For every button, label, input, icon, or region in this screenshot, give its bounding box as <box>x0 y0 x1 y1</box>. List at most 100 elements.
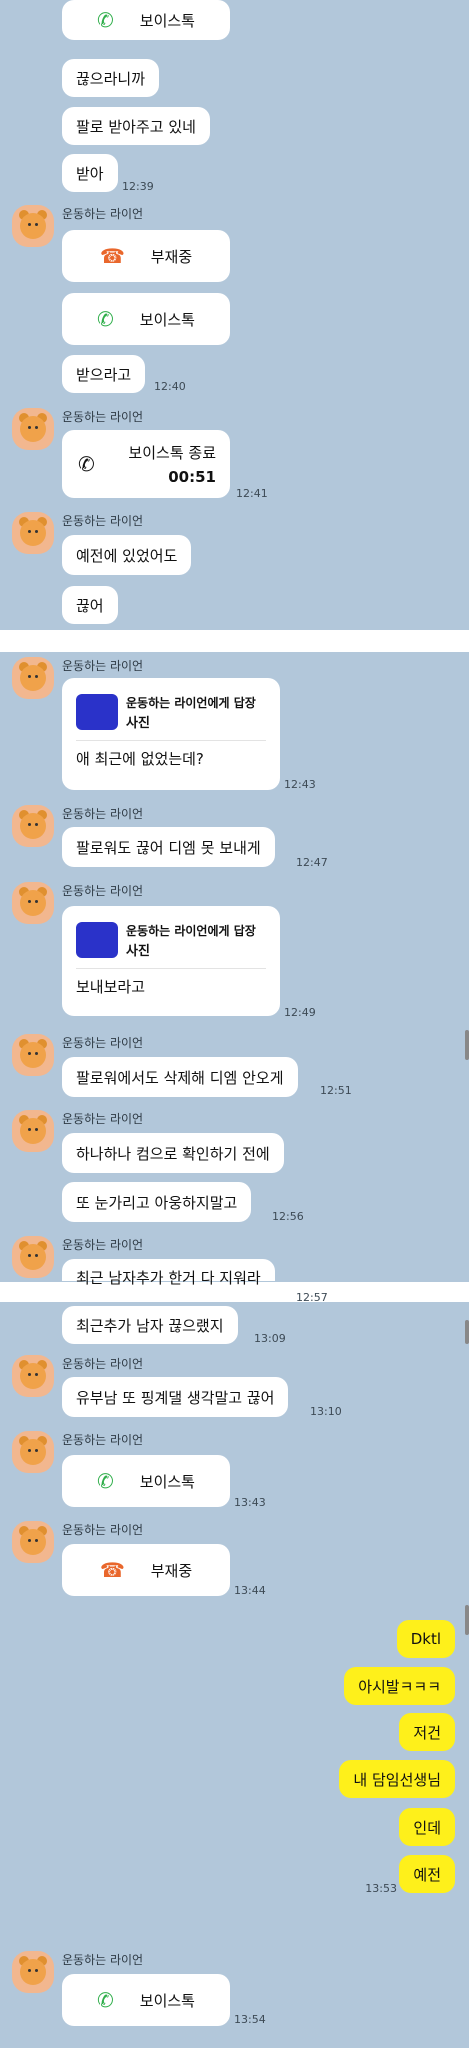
avatar[interactable] <box>12 205 54 247</box>
chat-screen: ✆ 보이스톡 끊으라니까 팔로 받아주고 있네 받아 12:39 운동하는 라이… <box>0 0 469 2048</box>
reply-target: 운동하는 라이언에게 답장 <box>126 924 256 938</box>
reply-quote[interactable]: 운동하는 라이언에게 답장 사진 <box>76 918 266 966</box>
avatar[interactable] <box>12 1236 54 1278</box>
message-text: 인데 <box>413 1818 441 1837</box>
message-bubble[interactable]: 최근추가 남자 끊으랬지 <box>62 1306 238 1344</box>
sender-name: 운동하는 라이언 <box>62 1523 144 1537</box>
message-text: 보내보라고 <box>76 978 146 996</box>
message-text: 또 눈가리고 아웅하지말고 <box>76 1193 238 1212</box>
message-text: 최근추가 남자 끊으랬지 <box>76 1316 224 1335</box>
sender-name: 운동하는 라이언 <box>62 207 144 221</box>
sender-name: 운동하는 라이언 <box>62 514 144 528</box>
sender-name: 운동하는 라이언 <box>62 1357 144 1371</box>
message-bubble[interactable]: 팔로워에서도 삭제해 디엠 안오게 <box>62 1057 298 1097</box>
avatar[interactable] <box>12 1034 54 1076</box>
sender-name: 운동하는 라이언 <box>62 1112 144 1126</box>
message-text: 끊어 <box>76 596 104 615</box>
ended-call-bubble[interactable]: ✆ 보이스톡 종료 00:51 <box>62 430 230 498</box>
phone-icon: ✆ <box>97 1469 114 1493</box>
message-text: 받아 <box>76 164 104 183</box>
missed-call-icon: ☎ <box>99 1558 125 1582</box>
message-bubble[interactable]: 받아 <box>62 154 118 192</box>
avatar[interactable] <box>12 805 54 847</box>
my-message-bubble[interactable]: 내 담임선생님 <box>339 1760 455 1798</box>
missed-call-bubble[interactable]: ☎ 부재중 <box>62 230 230 282</box>
message-text: Dktl <box>410 1630 441 1648</box>
call-label: 보이스톡 <box>139 1472 195 1491</box>
message-text: 하나하나 컴으로 확인하기 전에 <box>76 1144 270 1163</box>
timestamp: 13:43 <box>234 1496 266 1509</box>
timestamp: 13:10 <box>310 1405 342 1418</box>
message-text: 예전에 있었어도 <box>76 546 178 565</box>
phone-icon: ✆ <box>97 307 114 331</box>
avatar[interactable] <box>12 657 54 699</box>
message-text: 팔로워도 끊어 디엠 못 보내게 <box>76 838 261 857</box>
timestamp: 12:47 <box>296 856 328 869</box>
missed-call-icon: ☎ <box>99 244 125 268</box>
message-bubble[interactable]: 끊어 <box>62 586 118 624</box>
sender-name: 운동하는 라이언 <box>62 659 144 673</box>
message-bubble[interactable]: 받으라고 <box>62 355 146 393</box>
message-text: 저건 <box>413 1723 441 1742</box>
message-bubble[interactable]: 또 눈가리고 아웅하지말고 <box>62 1182 252 1222</box>
timestamp: 13:09 <box>254 1332 286 1345</box>
avatar[interactable] <box>12 1521 54 1563</box>
call-label: 부재중 <box>150 1561 193 1580</box>
reply-bubble[interactable]: 운동하는 라이언에게 답장 사진 애 최근에 없었는데? <box>62 678 280 790</box>
my-message-bubble[interactable]: Dktl <box>396 1620 455 1658</box>
sender-name: 운동하는 라이언 <box>62 1238 144 1252</box>
sender-name: 운동하는 라이언 <box>62 410 144 424</box>
avatar[interactable] <box>12 1110 54 1152</box>
reply-target: 운동하는 라이언에게 답장 <box>126 696 256 710</box>
phone-icon: ✆ <box>97 8 114 32</box>
voice-call-bubble[interactable]: ✆ 보이스톡 <box>62 1974 230 2026</box>
voice-call-bubble[interactable]: ✆ 보이스톡 <box>62 1455 230 1507</box>
avatar[interactable] <box>12 882 54 924</box>
avatar[interactable] <box>12 1355 54 1397</box>
message-bubble[interactable]: 유부남 또 핑계댈 생각말고 끊어 <box>62 1377 289 1417</box>
message-bubble[interactable]: 예전에 있었어도 <box>62 535 192 575</box>
sender-name: 운동하는 라이언 <box>62 1433 144 1447</box>
message-text: 끊으라니까 <box>76 69 146 88</box>
message-bubble[interactable]: 최근 남자추가 한거 다 지워라 <box>62 1259 275 1287</box>
photo-thumbnail[interactable] <box>76 922 118 958</box>
scrollbar[interactable] <box>465 1030 469 1060</box>
message-text: 받으라고 <box>76 365 132 384</box>
my-message-bubble[interactable]: 인데 <box>399 1808 455 1846</box>
scrollbar[interactable] <box>465 1320 469 1344</box>
timestamp: 13:54 <box>234 2013 266 2026</box>
timestamp: 13:53 <box>365 1882 397 1895</box>
photo-thumbnail[interactable] <box>76 694 118 730</box>
message-text: 팔로 받아주고 있네 <box>76 117 196 136</box>
divider <box>76 740 266 741</box>
reply-bubble[interactable]: 운동하는 라이언에게 답장 사진 보내보라고 <box>62 906 280 1016</box>
sender-name: 운동하는 라이언 <box>62 807 144 821</box>
call-label: 보이스톡 <box>139 11 195 30</box>
avatar[interactable] <box>12 512 54 554</box>
my-message-bubble[interactable]: 아시발ㅋㅋㅋ <box>344 1667 455 1705</box>
timestamp: 12:41 <box>236 487 268 500</box>
sender-name: 운동하는 라이언 <box>62 884 144 898</box>
message-bubble[interactable]: 하나하나 컴으로 확인하기 전에 <box>62 1133 284 1173</box>
avatar[interactable] <box>12 1431 54 1473</box>
avatar[interactable] <box>12 1951 54 1993</box>
message-text: 최근 남자추가 한거 다 지워라 <box>76 1268 261 1287</box>
voice-call-bubble[interactable]: ✆ 보이스톡 <box>62 0 230 40</box>
message-bubble[interactable]: 팔로워도 끊어 디엠 못 보내게 <box>62 827 275 867</box>
my-message-bubble[interactable]: 예전 <box>399 1855 455 1893</box>
message-text: 유부남 또 핑계댈 생각말고 끊어 <box>76 1388 275 1407</box>
timestamp: 12:56 <box>272 1210 304 1223</box>
scrollbar[interactable] <box>465 1605 469 1635</box>
call-label: 보이스톡 <box>139 1991 195 2010</box>
message-text: 예전 <box>413 1865 441 1884</box>
timestamp: 12:51 <box>320 1084 352 1097</box>
message-bubble[interactable]: 끊으라니까 <box>62 59 160 97</box>
missed-call-bubble[interactable]: ☎ 부재중 <box>62 1544 230 1596</box>
voice-call-bubble[interactable]: ✆ 보이스톡 <box>62 293 230 345</box>
my-message-bubble[interactable]: 저건 <box>399 1713 455 1751</box>
avatar[interactable] <box>12 408 54 450</box>
reply-quote[interactable]: 운동하는 라이언에게 답장 사진 <box>76 690 266 738</box>
message-bubble[interactable]: 팔로 받아주고 있네 <box>62 107 210 145</box>
timestamp: 12:57 <box>296 1291 328 1304</box>
message-text: 내 담임선생님 <box>353 1770 441 1789</box>
